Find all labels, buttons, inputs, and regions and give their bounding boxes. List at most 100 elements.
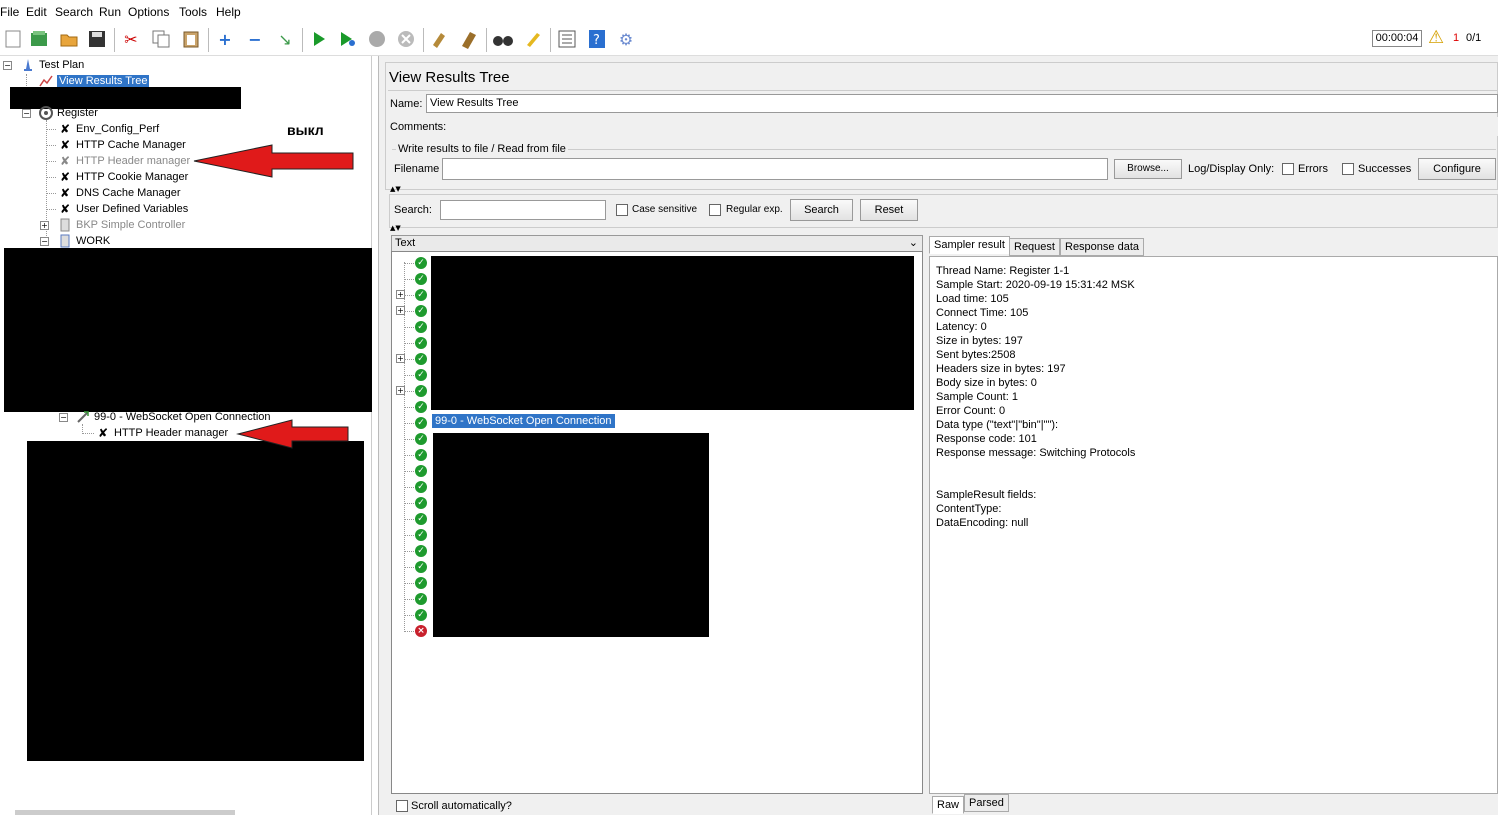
errors-checkbox[interactable] (1282, 163, 1294, 175)
success-result-icon[interactable]: ✓ (415, 481, 427, 493)
cut-icon[interactable]: ✂ (120, 28, 142, 50)
tree-header-manager-disabled[interactable]: ✘ HTTP Header manager (57, 154, 190, 168)
save-icon[interactable] (86, 28, 108, 50)
config-element-icon: ✘ (59, 138, 71, 152)
tree-cookie-manager[interactable]: ✘ HTTP Cookie Manager (57, 170, 188, 184)
success-result-icon[interactable]: ✓ (415, 561, 427, 573)
function-helper-icon[interactable] (556, 28, 578, 50)
tree-bkp-controller[interactable]: BKP Simple Controller (57, 218, 185, 232)
remote-icon[interactable]: ⚙ (615, 28, 637, 50)
menu-help[interactable]: Help (216, 5, 241, 19)
success-result-icon[interactable]: ✓ (415, 577, 427, 589)
renderer-select[interactable]: Text ⌄ (391, 235, 923, 252)
binoculars-icon[interactable] (492, 28, 514, 50)
menu-edit[interactable]: Edit (26, 5, 47, 19)
success-result-icon[interactable]: ✓ (415, 273, 427, 285)
success-result-icon[interactable]: ✓ (415, 529, 427, 541)
error-result-icon[interactable]: × (415, 625, 427, 637)
start-icon[interactable] (308, 28, 330, 50)
tree-register[interactable]: Register (38, 106, 98, 120)
name-field[interactable]: View Results Tree (426, 94, 1498, 113)
search-input[interactable] (440, 200, 606, 220)
success-result-icon[interactable]: ✓ (415, 465, 427, 477)
new-icon[interactable] (2, 28, 24, 50)
success-result-icon[interactable]: ✓ (415, 401, 427, 413)
success-result-icon[interactable]: ✓ (415, 321, 427, 333)
menu-search[interactable]: Search (55, 5, 93, 19)
shutdown-icon[interactable] (395, 28, 417, 50)
tab-response-data[interactable]: Response data (1060, 238, 1144, 256)
tab-parsed[interactable]: Parsed (964, 794, 1009, 812)
scroll-auto-checkbox[interactable] (396, 800, 408, 812)
success-result-icon[interactable]: ✓ (415, 417, 427, 429)
tab-request[interactable]: Request (1009, 238, 1060, 256)
stop-icon[interactable] (366, 28, 388, 50)
success-result-icon[interactable]: ✓ (415, 305, 427, 317)
configure-button[interactable]: Configure (1418, 158, 1496, 180)
filename-input[interactable] (442, 158, 1108, 180)
regex-checkbox[interactable] (709, 204, 721, 216)
expand-icon[interactable]: + (214, 28, 236, 50)
tree-dns-manager[interactable]: ✘ DNS Cache Manager (57, 186, 181, 200)
paste-icon[interactable] (180, 28, 202, 50)
warning-icon[interactable]: ⚠ (1428, 27, 1444, 48)
tree-horizontal-scrollbar[interactable] (15, 810, 235, 815)
write-results-legend: Write results to file / Read from file (396, 143, 568, 155)
menu-file[interactable]: File (0, 5, 19, 19)
splitter-arrows[interactable]: ▲▼ (390, 224, 401, 232)
sampler-detail-line: Sent bytes:2508 (936, 349, 1016, 361)
success-result-icon[interactable]: ✓ (415, 257, 427, 269)
success-result-icon[interactable]: ✓ (415, 545, 427, 557)
menu-options[interactable]: Options (128, 5, 169, 19)
tab-raw[interactable]: Raw (932, 796, 965, 814)
copy-icon[interactable] (150, 28, 172, 50)
success-result-icon[interactable]: ✓ (415, 593, 427, 605)
reset-button[interactable]: Reset (860, 199, 918, 221)
success-result-icon[interactable]: ✓ (415, 433, 427, 445)
success-result-icon[interactable]: ✓ (415, 497, 427, 509)
tree-view-results-tree[interactable]: View Results Tree (38, 74, 150, 88)
expand-test-plan[interactable]: − (3, 61, 12, 70)
templates-icon[interactable] (28, 28, 50, 50)
selected-result[interactable]: 99-0 - WebSocket Open Connection (432, 414, 615, 428)
tree-user-vars[interactable]: ✘ User Defined Variables (57, 202, 188, 216)
success-result-icon[interactable]: ✓ (415, 385, 427, 397)
start-no-pause-icon[interactable] (336, 28, 358, 50)
tree-env-config[interactable]: ✘ Env_Config_Perf (57, 122, 159, 136)
svg-text:?: ? (593, 33, 600, 48)
splitter-arrows[interactable]: ▲▼ (390, 185, 401, 193)
toggle-icon[interactable]: ↘ (274, 28, 296, 50)
menu-tools[interactable]: Tools (179, 5, 207, 19)
menu-run[interactable]: Run (99, 5, 121, 19)
success-result-icon[interactable]: ✓ (415, 609, 427, 621)
tree-cache-manager[interactable]: ✘ HTTP Cache Manager (57, 138, 186, 152)
browse-button[interactable]: Browse... (1114, 159, 1182, 179)
collapse-icon[interactable]: − (244, 28, 266, 50)
expand-bkp-controller[interactable]: + (40, 221, 49, 230)
tree-ws-header-manager[interactable]: ✘ HTTP Header manager (95, 426, 228, 440)
expand-register[interactable]: − (22, 109, 31, 118)
tab-sampler-result[interactable]: Sampler result (929, 236, 1010, 254)
reset-search-icon[interactable] (522, 28, 544, 50)
clear-icon[interactable] (428, 28, 450, 50)
help-icon[interactable]: ? (586, 28, 608, 50)
sampler-detail-line: Latency: 0 (936, 321, 987, 333)
success-result-icon[interactable]: ✓ (415, 513, 427, 525)
case-sensitive-checkbox[interactable] (616, 204, 628, 216)
sampler-detail-line: Data type ("text"|"bin"|""): (936, 419, 1059, 431)
success-result-icon[interactable]: ✓ (415, 353, 427, 365)
comments-field[interactable] (446, 117, 1498, 136)
success-result-icon[interactable]: ✓ (415, 369, 427, 381)
comments-label: Comments: (390, 121, 447, 133)
successes-checkbox[interactable] (1342, 163, 1354, 175)
tree-work[interactable]: WORK (57, 234, 110, 248)
success-result-icon[interactable]: ✓ (415, 289, 427, 301)
search-button[interactable]: Search (790, 199, 853, 221)
clear-all-icon[interactable] (458, 28, 480, 50)
success-result-icon[interactable]: ✓ (415, 337, 427, 349)
expand-work[interactable]: − (40, 237, 49, 246)
success-result-icon[interactable]: ✓ (415, 449, 427, 461)
tree-test-plan[interactable]: Test Plan (20, 58, 84, 72)
open-icon[interactable] (58, 28, 80, 50)
expand-ws-open[interactable]: − (59, 413, 68, 422)
